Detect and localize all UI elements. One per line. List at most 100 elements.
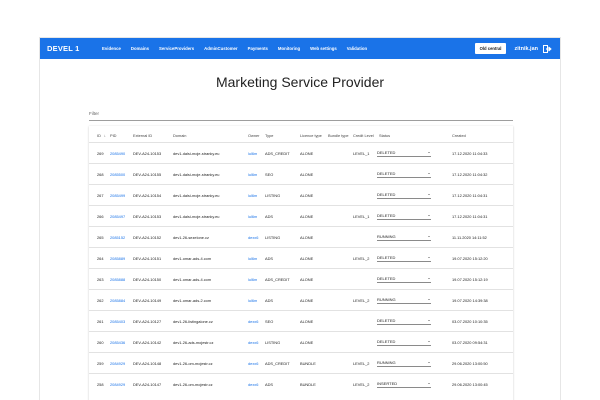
cell-pid[interactable]: 2085500 <box>110 172 125 177</box>
col-licence-type[interactable]: Licence type <box>300 133 322 138</box>
cell-owner[interactable]: lul6m <box>248 298 257 303</box>
cell-pid[interactable]: 2084929 <box>110 361 125 366</box>
cell-pid[interactable]: 2085152 <box>110 235 125 240</box>
cell-external-id: DEV-A24-10150 <box>133 277 162 282</box>
nav-item-domains[interactable]: Domains <box>131 46 149 51</box>
status-select[interactable]: RUNNING <box>377 359 431 367</box>
table-row: 268 2085500 DEV-A24-10155 dev1-dalsi-moje-s… <box>89 163 513 185</box>
status-select[interactable]: DELETED <box>377 170 431 178</box>
status-select[interactable]: DELETED <box>377 275 431 283</box>
nav-item-payments[interactable]: Payments <box>248 46 268 51</box>
cell-owner[interactable]: lul6m <box>248 256 257 261</box>
cell-domain: dev1-dalsi-moje-stranky.eu <box>173 172 220 177</box>
chevron-down-icon <box>428 382 430 384</box>
chevron-down-icon <box>428 214 430 216</box>
status-select-value: DELETED <box>377 171 396 176</box>
col-id[interactable]: ID <box>97 133 101 138</box>
col-owner[interactable]: Owner <box>248 133 259 138</box>
cell-owner[interactable]: lul6m <box>248 277 257 282</box>
sort-arrow-icon[interactable]: ↓ <box>104 133 106 138</box>
nav-item-evidence[interactable]: Evidence <box>102 46 121 51</box>
status-select[interactable]: DELETED <box>377 338 431 346</box>
nav-item-admin-customer[interactable]: AdminCustomer <box>204 46 237 51</box>
status-select[interactable]: DELETED <box>377 317 431 325</box>
cell-external-id: DEV-A24-10148 <box>133 361 162 366</box>
cell-domain: dev1-omar-ads-2.com <box>173 298 212 303</box>
cell-owner[interactable]: dexx6 <box>248 235 258 240</box>
cell-owner[interactable]: dexx6 <box>248 340 258 345</box>
cell-id: 264 <box>97 256 104 261</box>
cell-pid[interactable]: 2085436 <box>110 340 125 345</box>
cell-pid[interactable]: 2085884 <box>110 298 125 303</box>
old-central-button[interactable]: Old central <box>474 43 507 54</box>
cell-pid[interactable]: 2085888 <box>110 277 125 282</box>
cell-licence-type: BUNDLE <box>300 382 316 387</box>
col-pid[interactable]: PID <box>110 133 117 138</box>
cell-id: 269 <box>97 151 104 156</box>
cell-type: ADS_CREDIT <box>265 361 290 366</box>
cell-domain: dev1-omar-ads-4.com <box>173 277 212 282</box>
status-select[interactable]: INSERTED <box>377 380 431 388</box>
col-status[interactable]: Status <box>379 133 390 138</box>
filter-input[interactable]: Filter <box>89 108 513 121</box>
cell-id: 263 <box>97 277 104 282</box>
col-created[interactable]: Created <box>452 133 466 138</box>
status-select-value: RUNNING <box>377 234 396 239</box>
cell-pid[interactable]: 2085403 <box>110 319 125 324</box>
cell-type: ADS <box>265 256 273 261</box>
cell-type: LISTING <box>265 235 281 240</box>
brand-logo[interactable]: DEVEL 1 <box>47 44 102 53</box>
cell-owner[interactable]: lul6m <box>248 214 257 219</box>
cell-owner[interactable]: lul6m <box>248 193 257 198</box>
cell-pid[interactable]: 2084929 <box>110 382 125 387</box>
cell-owner[interactable]: dexx6 <box>248 319 258 324</box>
cell-owner[interactable]: lul6m <box>248 172 257 177</box>
nav-item-validation[interactable]: Validation <box>347 46 367 51</box>
cell-pid[interactable]: 2085490 <box>110 151 125 156</box>
nav-item-service-providers[interactable]: ServiceProviders <box>159 46 194 51</box>
cell-pid[interactable]: 2085499 <box>110 193 125 198</box>
cell-id: 259 <box>97 361 104 366</box>
table-row: 262 2085884 DEV-A24-10149 dev1-omar-ads-2.c… <box>89 289 513 311</box>
status-select[interactable]: DELETED <box>377 254 431 262</box>
cell-id: 258 <box>97 382 104 387</box>
nav-right-group: Old central zitnik.jan <box>474 38 552 59</box>
col-external-id[interactable]: External ID <box>133 133 152 138</box>
status-select-value: DELETED <box>377 255 396 260</box>
cell-created: 11.11.2020 14:11:52 <box>452 235 487 240</box>
cell-id: 267 <box>97 193 104 198</box>
page-title: Marketing Service Provider <box>215 74 385 90</box>
cell-credit-level: LEVEL_1 <box>353 214 370 219</box>
nav-item-monitoring[interactable]: Monitoring <box>278 46 300 51</box>
top-navbar: DEVEL 1 Evidence Domains ServiceProvider… <box>40 38 560 59</box>
col-bundle-type[interactable]: Bundle type <box>328 133 349 138</box>
cell-licence-type: ALONE <box>300 298 314 303</box>
cell-owner[interactable]: dexx6 <box>248 361 258 366</box>
cell-owner[interactable]: dexx6 <box>248 382 258 387</box>
status-select-value: DELETED <box>377 213 396 218</box>
table-header: ID ↓ PID External ID Domain Owner Type L… <box>89 126 513 142</box>
cell-owner[interactable]: lul6m <box>248 151 257 156</box>
logout-icon[interactable] <box>543 44 552 53</box>
cell-pid[interactable]: 2085889 <box>110 256 125 261</box>
status-select[interactable]: DELETED <box>377 191 431 199</box>
cell-external-id: DEV-A24-10127 <box>133 319 162 324</box>
col-credit-level[interactable]: Credit Level <box>353 133 374 138</box>
chevron-down-icon <box>428 361 430 363</box>
cell-external-id: DEV-A24-10149 <box>133 298 162 303</box>
col-domain[interactable]: Domain <box>173 133 186 138</box>
status-select[interactable]: DELETED <box>377 212 431 220</box>
nav-item-web-settings[interactable]: Web settings <box>310 46 337 51</box>
status-select[interactable]: DELETED <box>377 149 431 157</box>
cell-licence-type: ALONE <box>300 172 314 177</box>
cell-type: ADS <box>265 214 273 219</box>
filter-placeholder: Filter <box>89 111 99 116</box>
user-name[interactable]: zitnik.jan <box>514 46 538 52</box>
cell-created: 19.07.2020 15:12:19 <box>452 277 488 282</box>
col-type[interactable]: Type <box>265 133 273 138</box>
status-select[interactable]: RUNNING <box>377 233 431 241</box>
cell-pid[interactable]: 2085497 <box>110 214 125 219</box>
status-select[interactable]: RUNNING <box>377 296 431 304</box>
cell-licence-type: ALONE <box>300 151 314 156</box>
chevron-down-icon <box>428 277 430 279</box>
